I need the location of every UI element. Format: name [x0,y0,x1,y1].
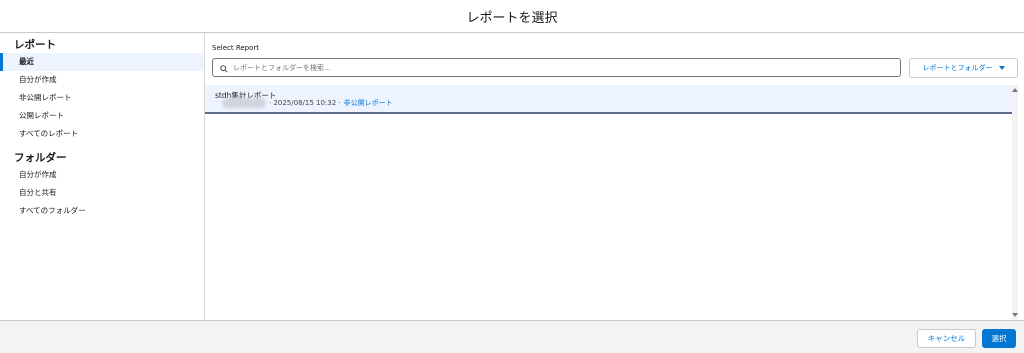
sidebar-section-folders: フォルダー [14,152,67,164]
select-report-modal: レポートを選択 レポート 最近 自分が作成 非公開レポート 公開レポート すべて… [0,0,1024,353]
report-folder-link[interactable]: 非公開レポート [344,98,393,108]
select-button[interactable]: 選択 [982,329,1016,348]
report-date: · 2025/08/15 10:32 · [269,99,341,107]
report-folder-filter-button[interactable]: レポートとフォルダー [909,58,1018,78]
redacted-owner [222,98,266,108]
sidebar-item-folders-created-by-me[interactable]: 自分が作成 [0,166,204,184]
sidebar-section-reports: レポート [14,39,56,51]
modal-header: レポートを選択 [0,0,1024,33]
cancel-button[interactable]: キャンセル [917,329,976,348]
search-icon [220,58,233,77]
modal-footer: キャンセル 選択 [0,320,1024,353]
sidebar-item-all-reports[interactable]: すべてのレポート [0,125,204,143]
main-panel: Select Report レポートとフォルダー stdh集計レポート · 20… [205,33,1024,320]
sidebar: レポート 最近 自分が作成 非公開レポート 公開レポート すべてのレポート フォ… [0,33,205,320]
report-meta: · 2025/08/15 10:32 · 非公開レポート [222,98,393,108]
sidebar-item-public-reports[interactable]: 公開レポート [0,107,204,125]
scroll-up-icon[interactable] [1012,88,1018,92]
scroll-down-icon[interactable] [1012,313,1018,317]
sidebar-item-shared-with-me[interactable]: 自分と共有 [0,184,204,202]
sidebar-item-private-reports[interactable]: 非公開レポート [0,89,204,107]
results-list: stdh集計レポート · 2025/08/15 10:32 · 非公開レポート [205,85,1018,320]
search-input[interactable] [233,63,883,72]
modal-title: レポートを選択 [466,10,558,26]
filter-button-label: レポートとフォルダー [922,64,993,72]
search-box[interactable] [212,58,901,77]
select-report-label: Select Report [212,44,260,52]
list-item[interactable]: stdh集計レポート · 2025/08/15 10:32 · 非公開レポート [205,85,1018,114]
modal-body: レポート 最近 自分が作成 非公開レポート 公開レポート すべてのレポート フォ… [0,33,1024,320]
chevron-down-icon [998,66,1005,70]
scrollbar[interactable] [1012,85,1018,320]
sidebar-item-created-by-me[interactable]: 自分が作成 [0,71,204,89]
sidebar-item-all-folders[interactable]: すべてのフォルダー [0,202,204,220]
sidebar-item-recent[interactable]: 最近 [0,53,204,71]
